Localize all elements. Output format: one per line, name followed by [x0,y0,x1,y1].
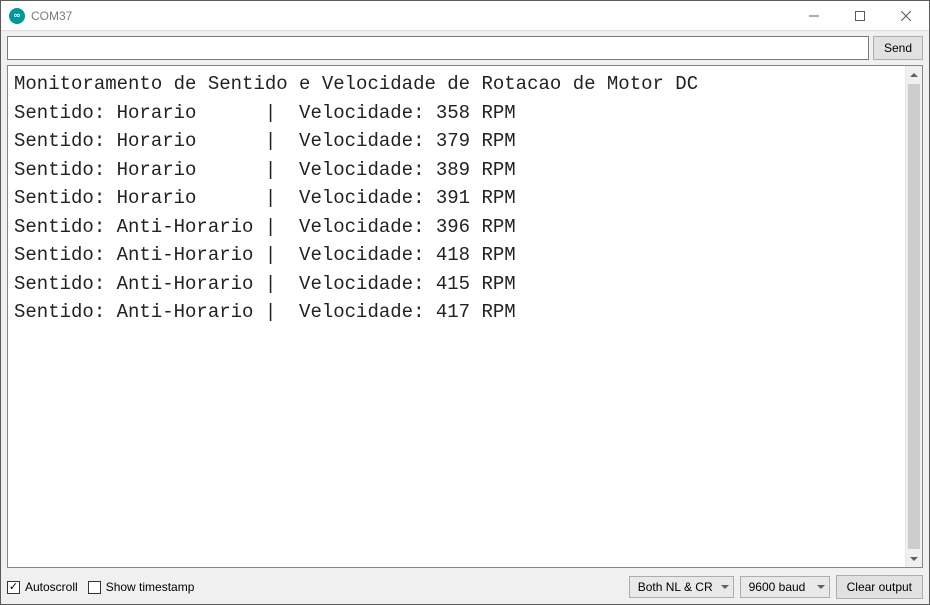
serial-monitor-window: ∞ COM37 Send Monitoramento de Sentido e … [0,0,930,605]
autoscroll-checkbox[interactable]: ✓ Autoscroll [7,580,78,594]
minimize-button[interactable] [791,1,837,30]
close-button[interactable] [883,1,929,30]
serial-send-input[interactable] [7,36,869,60]
scrollbar-vertical[interactable] [905,66,922,567]
console-output[interactable]: Monitoramento de Sentido e Velocidade de… [8,66,905,567]
show-timestamp-checkbox[interactable]: Show timestamp [88,580,195,594]
arduino-icon: ∞ [9,8,25,24]
scroll-thumb[interactable] [908,84,920,549]
send-bar: Send [1,31,929,65]
window-buttons [791,1,929,30]
chevron-down-icon [817,585,825,589]
baud-rate-value: 9600 baud [749,580,806,594]
chevron-down-icon [721,585,729,589]
scroll-down-button[interactable] [906,550,922,567]
show-timestamp-label: Show timestamp [106,580,195,594]
status-bar: ✓ Autoscroll Show timestamp Both NL & CR… [1,572,929,604]
line-ending-select[interactable]: Both NL & CR [629,576,734,598]
console-panel: Monitoramento de Sentido e Velocidade de… [7,65,923,568]
checkbox-icon: ✓ [7,581,20,594]
window-title: COM37 [31,9,791,23]
status-left-options: ✓ Autoscroll Show timestamp [7,580,623,594]
autoscroll-label: Autoscroll [25,580,78,594]
clear-output-button[interactable]: Clear output [836,575,923,599]
title-bar: ∞ COM37 [1,1,929,31]
send-button[interactable]: Send [873,36,923,60]
maximize-button[interactable] [837,1,883,30]
baud-rate-select[interactable]: 9600 baud [740,576,830,598]
scroll-up-button[interactable] [906,66,922,83]
checkbox-icon [88,581,101,594]
line-ending-value: Both NL & CR [638,580,713,594]
